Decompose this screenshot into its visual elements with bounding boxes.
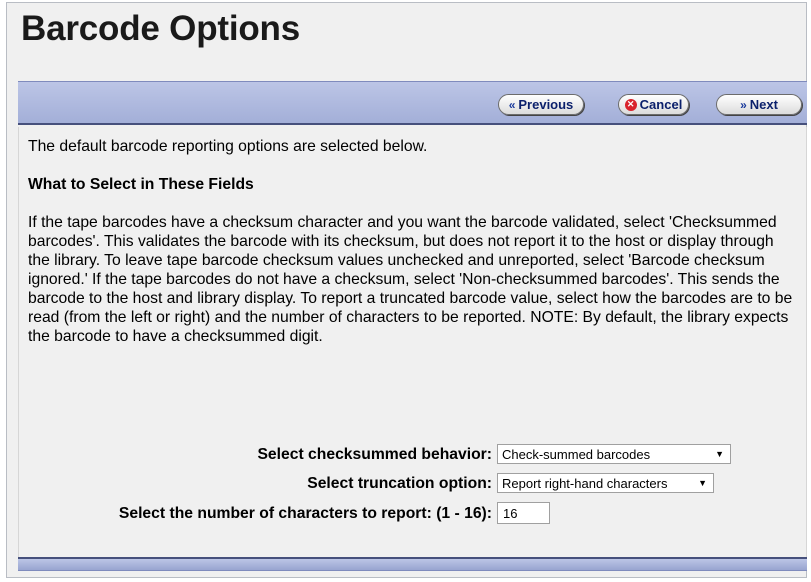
double-chevron-right-icon: » [740, 97, 747, 112]
dropdown-arrow-icon: ▼ [698, 477, 707, 488]
wizard-footer-bar [18, 557, 807, 571]
character-count-label: Select the number of characters to repor… [118, 504, 492, 522]
checksum-behavior-select[interactable]: Check-summed barcodes ▼ [497, 444, 731, 464]
previous-button[interactable]: « Previous [498, 94, 584, 115]
dropdown-arrow-icon: ▼ [715, 448, 724, 459]
wizard-content: The default barcode reporting options ar… [18, 127, 807, 558]
page-title: Barcode Options [21, 9, 300, 48]
previous-button-label: Previous [518, 97, 574, 112]
truncation-option-value: Report right-hand characters [502, 475, 668, 491]
truncation-option-select[interactable]: Report right-hand characters ▼ [497, 473, 714, 493]
truncation-option-label: Select truncation option: [307, 474, 492, 492]
cancel-circle-icon: ✕ [624, 98, 637, 111]
double-chevron-left-icon: « [508, 97, 516, 112]
checksum-behavior-value: Check-summed barcodes [502, 446, 651, 462]
wizard-toolbar: « Previous ✕ Cancel » Next [18, 81, 807, 125]
cancel-button-label: Cancel [639, 97, 683, 112]
next-button[interactable]: » Next [716, 94, 802, 115]
next-button-label: Next [749, 97, 778, 112]
section-heading: What to Select in These Fields [28, 176, 254, 193]
character-count-input[interactable] [497, 502, 550, 524]
checksum-behavior-label: Select checksummed behavior: [257, 445, 492, 463]
description-text: If the tape barcodes have a checksum cha… [28, 214, 793, 345]
wizard-frame: Barcode Options « Previous ✕ Cancel » Ne… [6, 2, 807, 578]
cancel-button[interactable]: ✕ Cancel [618, 94, 689, 115]
intro-text: The default barcode reporting options ar… [28, 138, 428, 155]
